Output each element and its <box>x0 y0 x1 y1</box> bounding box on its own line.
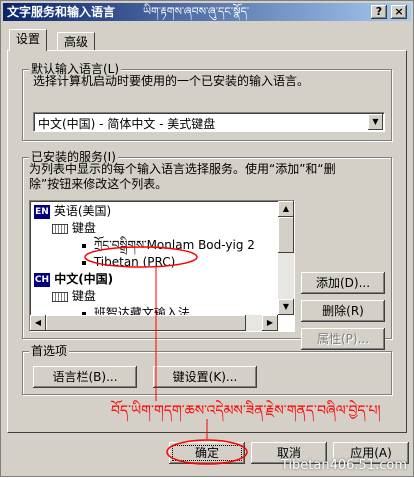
tree-keyboard-english[interactable]: 键盘 <box>52 220 96 236</box>
scroll-right-icon[interactable]: ▶ <box>262 315 278 331</box>
tree-label: ཀྲོང་བསྒྲིགས་Monlam Bod-yig 2 <box>93 238 255 252</box>
tree-lang-chinese[interactable]: CH 中文(中国) <box>34 271 113 287</box>
vertical-scrollbar[interactable]: ▲ ▼ <box>278 201 294 315</box>
lang-badge-ch: CH <box>34 272 50 287</box>
add-button[interactable]: 添加(D)... <box>301 272 385 294</box>
scroll-thumb[interactable] <box>278 217 294 253</box>
key-settings-button[interactable]: 键设置(K)... <box>153 366 257 388</box>
bullet-icon <box>82 260 86 265</box>
tree-label: 英语(美国) <box>53 204 112 218</box>
tree-keyboard-chinese[interactable]: 键盘 <box>52 288 96 304</box>
tree-label: Tibetan (PRC) <box>93 255 176 269</box>
dialog-window: 文字服务和输入语言 ཡིག་རྟགས་ཞབས་ཞུ་དང་སྣོད་ ? × 设… <box>0 0 414 477</box>
tab-advanced[interactable]: 高级 <box>57 32 96 50</box>
services-description-line2: 除”按钮来修改这个列表。 <box>29 177 168 191</box>
services-tree[interactable]: EN 英语(美国) 键盘 ཀྲོང་བསྒྲིགས་Monlam Bod-yig… <box>29 200 295 332</box>
keyboard-icon <box>52 291 68 302</box>
services-description-line1: 为列表中显示的每个输入语言选择服务。使用“添加”和“删 <box>29 162 336 176</box>
preferences-legend: 首选项 <box>29 344 70 358</box>
title-bar[interactable]: 文字服务和输入语言 ཡིག་རྟགས་ཞབས་ཞུ་དང་སྣོད་ ? × <box>3 3 411 21</box>
ok-button[interactable]: 确定 <box>169 442 245 464</box>
tree-label: 键盘 <box>71 221 96 235</box>
tree-label: 键盘 <box>71 289 96 303</box>
watermark: Tibetan406.51.com <box>280 458 407 473</box>
lang-badge-en: EN <box>34 204 50 219</box>
horizontal-scrollbar[interactable]: ◀ ▶ <box>30 315 278 331</box>
language-bar-button[interactable]: 语言栏(B)... <box>33 366 137 388</box>
settings-panel: 默认输入语言(L) 选择计算机启动时要使用的一个已安装的输入语言。 中文(中国)… <box>7 50 407 433</box>
properties-button[interactable]: 属性(P)... <box>301 328 385 350</box>
preferences-group: 首选项 语言栏(B)... 键设置(K)... <box>22 344 392 395</box>
default-language-select[interactable]: 中文(中国) - 简体中文 - 美式键盘 ▼ <box>33 112 385 132</box>
installed-services-group: 已安装的服务(I) 为列表中显示的每个输入语言选择服务。使用“添加”和“删 除”… <box>22 150 392 350</box>
scroll-up-icon[interactable]: ▲ <box>278 201 294 217</box>
scroll-left-icon[interactable]: ◀ <box>30 315 46 331</box>
scroll-thumb-horizontal[interactable] <box>46 315 246 331</box>
close-button[interactable]: × <box>391 5 407 19</box>
scroll-down-icon[interactable]: ▼ <box>278 299 294 315</box>
bullet-icon <box>82 243 86 248</box>
tree-item-monlam[interactable]: ཀྲོང་བསྒྲིགས་Monlam Bod-yig 2 <box>82 237 255 253</box>
tree-item-tibetan-prc[interactable]: Tibetan (PRC) <box>82 254 175 270</box>
default-language-group: 默认输入语言(L) 选择计算机启动时要使用的一个已安装的输入语言。 中文(中国)… <box>22 62 392 141</box>
help-button[interactable]: ? <box>371 5 387 19</box>
tibetan-title-overlay: ཡིག་རྟགས་ཞབས་ཞུ་དང་སྣོད་ <box>143 5 250 18</box>
tab-settings[interactable]: 设置 <box>9 29 48 51</box>
default-language-value: 中文(中国) - 简体中文 - 美式键盘 <box>38 117 216 131</box>
annotation-text: བོད་ཡིག་གདག་ཆས་འདེམས་ཟིན་རྗེས་གནད་བཞིལ་བ… <box>111 403 381 419</box>
remove-button[interactable]: 删除(R) <box>301 300 385 322</box>
default-language-description: 选择计算机启动时要使用的一个已安装的输入语言。 <box>33 74 310 88</box>
keyboard-icon <box>52 223 68 234</box>
window-title: 文字服务和输入语言 <box>7 5 116 19</box>
chevron-down-icon[interactable]: ▼ <box>368 114 383 130</box>
tree-lang-english[interactable]: EN 英语(美国) <box>34 203 111 219</box>
tree-label: 中文(中国) <box>54 272 114 286</box>
